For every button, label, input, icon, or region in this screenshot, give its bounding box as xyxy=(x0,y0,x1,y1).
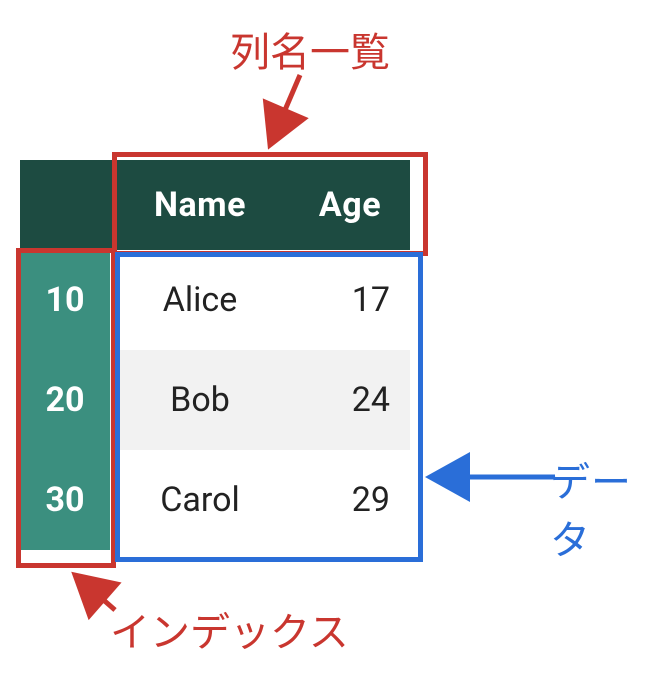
data-cell-name: Alice xyxy=(110,250,290,350)
column-header-name: Name xyxy=(110,160,290,250)
table-row: 30 Carol 29 xyxy=(20,450,410,550)
label-columns: 列名一覧 xyxy=(230,20,390,78)
index-cell: 20 xyxy=(20,350,110,450)
label-index: インデックス xyxy=(110,600,349,658)
index-cell: 10 xyxy=(20,250,110,350)
table-row: 20 Bob 24 xyxy=(20,350,410,450)
dataframe-anatomy-diagram: Name Age 10 Alice 17 20 Bob 24 30 Carol … xyxy=(0,0,670,686)
table-row: 10 Alice 17 xyxy=(20,250,410,350)
label-data: データ xyxy=(550,450,670,566)
data-cell-name: Bob xyxy=(110,350,290,450)
data-cell-age: 29 xyxy=(290,450,410,550)
data-cell-name: Carol xyxy=(110,450,290,550)
data-cell-age: 17 xyxy=(290,250,410,350)
data-cell-age: 24 xyxy=(290,350,410,450)
header-row: Name Age xyxy=(20,160,410,250)
dataframe-table: Name Age 10 Alice 17 20 Bob 24 30 Carol … xyxy=(20,160,410,550)
table: Name Age 10 Alice 17 20 Bob 24 30 Carol … xyxy=(20,160,410,550)
column-header-age: Age xyxy=(290,160,410,250)
corner-cell xyxy=(20,160,110,250)
index-cell: 30 xyxy=(20,450,110,550)
